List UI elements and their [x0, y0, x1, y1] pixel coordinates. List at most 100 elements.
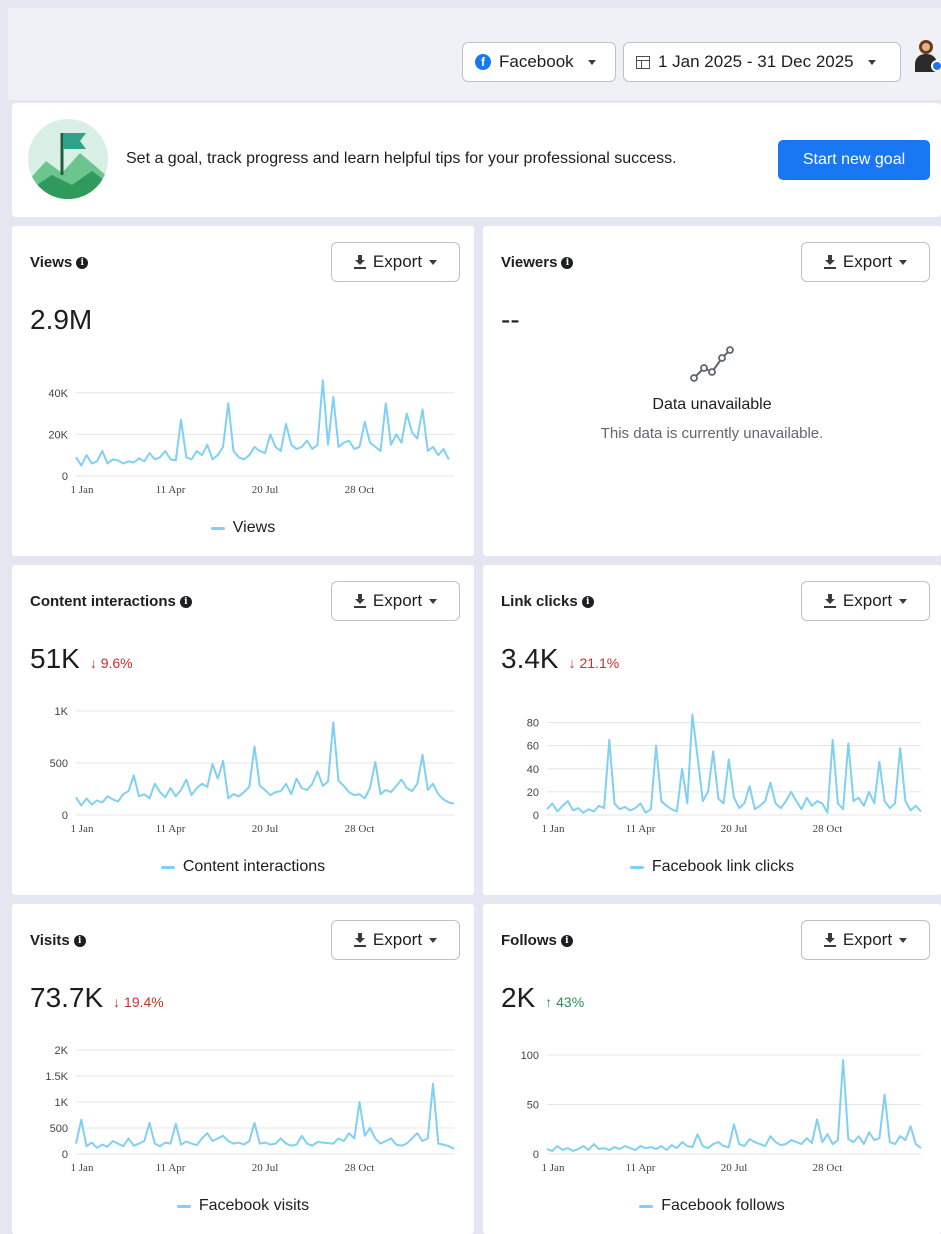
chevron-down-icon: [899, 598, 908, 604]
content-interactions-card: Content interactions i Export 51K ↓ 9.6%…: [12, 565, 474, 895]
y-tick-label: 20: [527, 787, 539, 799]
date-range-select[interactable]: 1 Jan 2025 - 31 Dec 2025: [623, 42, 901, 82]
top-bar: f Facebook 1 Jan 2025 - 31 Dec 2025: [8, 8, 941, 100]
visits-title: Visits i: [30, 932, 86, 949]
y-tick-label: 2K: [55, 1045, 69, 1057]
chart-legend: Facebook visits: [12, 1197, 474, 1215]
y-tick-label: 0: [533, 810, 539, 822]
series-line: [546, 713, 922, 814]
y-tick-label: 40K: [48, 388, 68, 400]
chevron-down-icon: [429, 937, 438, 943]
legend-swatch: [176, 1204, 191, 1208]
export-button[interactable]: Export: [331, 242, 460, 282]
link-clicks-value: 3.4K: [501, 643, 559, 674]
legend-label: Facebook link clicks: [651, 858, 795, 875]
info-icon[interactable]: i: [179, 595, 192, 608]
chart-unavailable-icon: [690, 346, 734, 382]
legend-label: Views: [232, 519, 276, 536]
info-icon[interactable]: i: [581, 595, 594, 608]
download-icon: [823, 933, 836, 947]
info-icon[interactable]: i: [560, 934, 573, 947]
metric-row: 2K ↑ 43%: [501, 982, 584, 1014]
goal-banner: Set a goal, track progress and learn hel…: [12, 103, 941, 217]
start-new-goal-button[interactable]: Start new goal: [778, 140, 930, 180]
x-tick-label: 28 Oct: [345, 1162, 375, 1174]
export-button[interactable]: Export: [801, 242, 930, 282]
legend-swatch: [629, 865, 644, 869]
export-button[interactable]: Export: [801, 920, 930, 960]
data-unavailable-title: Data unavailable: [652, 396, 772, 413]
y-tick-label: 500: [50, 1123, 68, 1135]
export-label: Export: [372, 930, 423, 949]
y-tick-label: 1K: [55, 1097, 69, 1109]
avatar[interactable]: [913, 38, 941, 74]
y-tick-label: 1K: [55, 706, 69, 718]
x-tick-label: 20 Jul: [252, 1162, 279, 1174]
date-range-label: 1 Jan 2025 - 31 Dec 2025: [658, 52, 854, 71]
export-button[interactable]: Export: [331, 581, 460, 621]
chart-legend: Facebook link clicks: [483, 858, 941, 876]
follows-card: Follows i Export 2K ↑ 43% 0 50 100 1 Jan 11 …: [483, 904, 941, 1234]
legend-label: Content interactions: [182, 858, 326, 875]
export-label: Export: [842, 591, 893, 610]
follows-title: Follows i: [501, 932, 573, 949]
viewers-card: Viewers i Export -- Data unavailable Thi…: [483, 226, 941, 556]
export-label: Export: [842, 930, 893, 949]
legend-swatch: [639, 1204, 654, 1208]
link-clicks-card: Link clicks i Export 3.4K ↓ 21.1% 0 20 40 6…: [483, 565, 941, 895]
platform-select-label: Facebook: [499, 52, 574, 71]
visits-value: 73.7K: [30, 982, 104, 1013]
series-line: [75, 1082, 455, 1150]
content-interactions-title: Content interactions i: [30, 593, 192, 610]
chevron-down-icon: [587, 59, 596, 65]
x-tick-label: 28 Oct: [813, 823, 843, 835]
legend-label: Facebook visits: [198, 1197, 310, 1214]
info-icon[interactable]: i: [73, 934, 86, 947]
chevron-down-icon: [899, 937, 908, 943]
change-badge: ↓ 21.1%: [568, 655, 620, 671]
y-tick-label: 20K: [48, 429, 68, 441]
calendar-icon: [636, 55, 650, 69]
change-badge: ↓ 19.4%: [113, 994, 164, 1010]
facebook-icon: f: [475, 54, 491, 70]
y-tick-label: 80: [527, 718, 539, 730]
export-label: Export: [372, 591, 423, 610]
content-interactions-value: 51K: [30, 643, 80, 674]
y-tick-label: 60: [527, 741, 539, 753]
x-tick-label: 11 Apr: [156, 484, 186, 496]
x-tick-label: 11 Apr: [626, 823, 656, 835]
metric-row: 73.7K ↓ 19.4%: [30, 982, 164, 1014]
x-tick-label: 1 Jan: [71, 823, 94, 835]
metric-row: 3.4K ↓ 21.1%: [501, 643, 619, 675]
info-icon[interactable]: i: [561, 256, 574, 269]
x-tick-label: 20 Jul: [721, 823, 748, 835]
x-tick-label: 28 Oct: [813, 1162, 843, 1174]
download-icon: [353, 594, 366, 608]
y-tick-label: 500: [50, 758, 68, 770]
goal-flag-illustration: [28, 119, 108, 199]
export-button[interactable]: Export: [801, 581, 930, 621]
y-tick-label: 40: [527, 764, 539, 776]
y-tick-label: 0: [62, 1149, 68, 1161]
platform-select[interactable]: f Facebook: [462, 42, 616, 82]
x-tick-label: 28 Oct: [345, 823, 375, 835]
export-button[interactable]: Export: [331, 920, 460, 960]
content-interactions-chart: 0 500 1K 1 Jan 11 Apr 20 Jul 28 Oct: [50, 706, 455, 835]
viewers-value: --: [501, 304, 520, 335]
y-tick-label: 50: [527, 1099, 539, 1111]
x-tick-label: 11 Apr: [626, 1162, 656, 1174]
y-tick-label: 0: [533, 1149, 539, 1161]
y-tick-label: 0: [62, 471, 68, 483]
legend-swatch: [210, 526, 225, 530]
legend-label: Facebook follows: [661, 1197, 785, 1214]
x-tick-label: 28 Oct: [345, 484, 375, 496]
chevron-down-icon: [899, 259, 908, 265]
info-icon[interactable]: i: [76, 256, 89, 269]
data-unavailable-subtitle: This data is currently unavailable.: [600, 425, 824, 442]
download-icon: [823, 255, 836, 269]
viewers-title: Viewers i: [501, 254, 574, 271]
x-tick-label: 20 Jul: [252, 484, 279, 496]
download-icon: [353, 255, 366, 269]
x-tick-label: 1 Jan: [71, 484, 94, 496]
follows-chart: 0 50 100 1 Jan 11 Apr 20 Jul 28 Oct: [521, 1050, 922, 1174]
